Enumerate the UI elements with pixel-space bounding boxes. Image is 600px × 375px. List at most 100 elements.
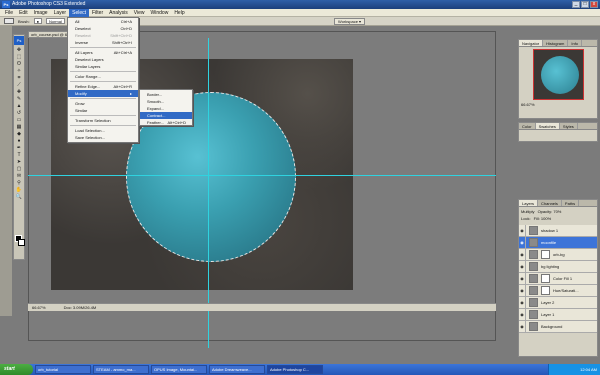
menu-help[interactable]: Help	[171, 9, 187, 17]
brush-size-field[interactable]: ●	[33, 18, 42, 24]
menu-filter[interactable]: Filter	[89, 9, 106, 17]
move-tool-icon[interactable]: ✥	[14, 47, 24, 54]
slice-tool-icon[interactable]: ⟋	[14, 82, 24, 89]
menu-file[interactable]: File	[2, 9, 16, 17]
navigator-zoom[interactable]: 66.67%	[521, 102, 535, 107]
vertical-guide[interactable]	[208, 38, 209, 348]
layer-fill[interactable]: Fill: 100%	[534, 216, 552, 221]
tab-navigator[interactable]: Navigator	[519, 40, 544, 46]
menu-image[interactable]: Image	[31, 9, 51, 17]
taskbar-item-active[interactable]: Adobe Photoshop C...	[267, 365, 323, 374]
tab-color[interactable]: Color	[519, 123, 536, 129]
menu-item-all[interactable]: All Ctrl+A	[68, 18, 138, 25]
menu-item-all-layers[interactable]: All Layers Alt+Ctrl+A	[68, 49, 138, 56]
magic-wand-tool-icon[interactable]: ✧	[14, 68, 24, 75]
layer-row[interactable]: ◉ Hue/Saturati...	[519, 285, 597, 297]
menu-item-deselect[interactable]: Deselect Ctrl+D	[68, 25, 138, 32]
submenu-item-border[interactable]: Border...	[140, 91, 192, 98]
horizontal-guide[interactable]	[28, 175, 496, 176]
maximize-button[interactable]: □	[581, 1, 589, 8]
shape-tool-icon[interactable]: ▢	[14, 166, 24, 173]
menu-item-refine-edge[interactable]: Refine Edge... Alt+Ctrl+R	[68, 83, 138, 90]
visibility-eye-icon[interactable]: ◉	[519, 225, 526, 236]
brush-tool-icon[interactable]: ✎	[14, 96, 24, 103]
layer-row[interactable]: ◉ orb-bg	[519, 249, 597, 261]
visibility-eye-icon[interactable]: ◉	[519, 285, 526, 296]
menu-item-inverse[interactable]: Inverse Shift+Ctrl+I	[68, 39, 138, 46]
menu-edit[interactable]: Edit	[16, 9, 31, 17]
eyedropper-tool-icon[interactable]: ⚲	[14, 180, 24, 187]
zoom-tool-icon[interactable]: 🔍	[14, 194, 24, 201]
tab-info[interactable]: Info	[568, 40, 583, 46]
visibility-eye-icon[interactable]: ◉	[519, 309, 526, 320]
workspace-dropdown[interactable]: Workspace ▾	[334, 18, 366, 25]
menu-item-load-selection[interactable]: Load Selection...	[68, 127, 138, 134]
submenu-item-contract[interactable]: Contract...	[140, 112, 192, 119]
notes-tool-icon[interactable]: ✉	[14, 173, 24, 180]
menu-window[interactable]: Window	[148, 9, 172, 17]
menu-item-transform-selection[interactable]: Transform Selection	[68, 117, 138, 124]
history-brush-icon[interactable]: ↺	[14, 110, 24, 117]
pen-tool-icon[interactable]: ✒	[14, 145, 24, 152]
menu-view[interactable]: View	[131, 9, 148, 17]
taskbar-item[interactable]: OPUS Image, Mountai...	[151, 365, 207, 374]
layer-row[interactable]: ◉ Layer 1	[519, 309, 597, 321]
submenu-item-feather[interactable]: Feather... Alt+Ctrl+D	[140, 119, 192, 126]
menu-item-modify[interactable]: Modify ▸	[68, 90, 138, 97]
menu-item-similar-layers[interactable]: Similar Layers	[68, 63, 138, 70]
visibility-eye-icon[interactable]: ◉	[519, 237, 526, 248]
menu-item-color-range[interactable]: Color Range...	[68, 73, 138, 80]
lasso-tool-icon[interactable]: ʘ	[14, 61, 24, 68]
taskbar-item[interactable]: Adobe Dreamweave...	[209, 365, 265, 374]
tab-swatches[interactable]: Swatches	[535, 123, 560, 129]
start-button[interactable]: start	[0, 364, 33, 375]
visibility-eye-icon[interactable]: ◉	[519, 297, 526, 308]
gradient-tool-icon[interactable]: ▦	[14, 124, 24, 131]
healing-brush-icon[interactable]: ✚	[14, 89, 24, 96]
dodge-tool-icon[interactable]: ●	[14, 138, 24, 145]
background-color-swatch[interactable]	[18, 239, 25, 246]
navigator-thumbnail[interactable]	[533, 49, 584, 100]
blur-tool-icon[interactable]: ◆	[14, 131, 24, 138]
layer-opacity[interactable]: Opacity: 70%	[538, 209, 562, 214]
layer-row[interactable]: ◉ Layer 2	[519, 297, 597, 309]
menu-analysis[interactable]: Analysis	[106, 9, 131, 17]
layer-row[interactable]: ◉ shadow 1	[519, 225, 597, 237]
close-button[interactable]: x	[590, 1, 598, 8]
submenu-item-expand[interactable]: Expand...	[140, 105, 192, 112]
minimize-button[interactable]: _	[572, 1, 580, 8]
stamp-tool-icon[interactable]: ▲	[14, 103, 24, 110]
visibility-eye-icon[interactable]: ◉	[519, 321, 526, 332]
layer-row[interactable]: ◉ moonfile	[519, 237, 597, 249]
submenu-item-smooth[interactable]: Smooth...	[140, 98, 192, 105]
tab-channels[interactable]: Channels	[538, 200, 562, 206]
system-tray-clock[interactable]: 12:04 AM	[548, 364, 600, 375]
blend-mode-dropdown[interactable]: Multiply	[521, 209, 535, 214]
type-tool-icon[interactable]: T	[14, 152, 24, 159]
mode-dropdown[interactable]: Normal	[45, 18, 65, 24]
eraser-tool-icon[interactable]: ▭	[14, 117, 24, 124]
taskbar-item[interactable]: orb_tutorial	[35, 365, 91, 374]
layer-row[interactable]: ◉ bg lighting	[519, 261, 597, 273]
tab-histogram[interactable]: Histogram	[543, 40, 569, 46]
hand-tool-icon[interactable]: ✋	[14, 187, 24, 194]
taskbar-item[interactable]: STEAM - ammo_ma...	[93, 365, 149, 374]
menu-item-save-selection[interactable]: Save Selection...	[68, 134, 138, 141]
crop-tool-icon[interactable]: ⌗	[14, 75, 24, 82]
visibility-eye-icon[interactable]: ◉	[519, 249, 526, 260]
menu-layer[interactable]: Layer	[51, 9, 70, 17]
visibility-eye-icon[interactable]: ◉	[519, 261, 526, 272]
path-select-icon[interactable]: ➤	[14, 159, 24, 166]
menu-select[interactable]: Select	[69, 8, 90, 17]
tab-styles[interactable]: Styles	[560, 123, 578, 129]
tab-layers[interactable]: Layers	[519, 200, 539, 206]
visibility-eye-icon[interactable]: ◉	[519, 273, 526, 284]
menu-item-grow[interactable]: Grow	[68, 100, 138, 107]
brush-preset-icon[interactable]	[4, 18, 14, 24]
menu-item-deselect-layers[interactable]: Deselect Layers	[68, 56, 138, 63]
menu-item-similar[interactable]: Similar	[68, 107, 138, 114]
tab-paths[interactable]: Paths	[562, 200, 580, 206]
layer-row[interactable]: ◉ Background	[519, 321, 597, 333]
layer-row[interactable]: ◉ Color Fill 1	[519, 273, 597, 285]
marquee-tool-icon[interactable]: ⬚	[14, 54, 24, 61]
